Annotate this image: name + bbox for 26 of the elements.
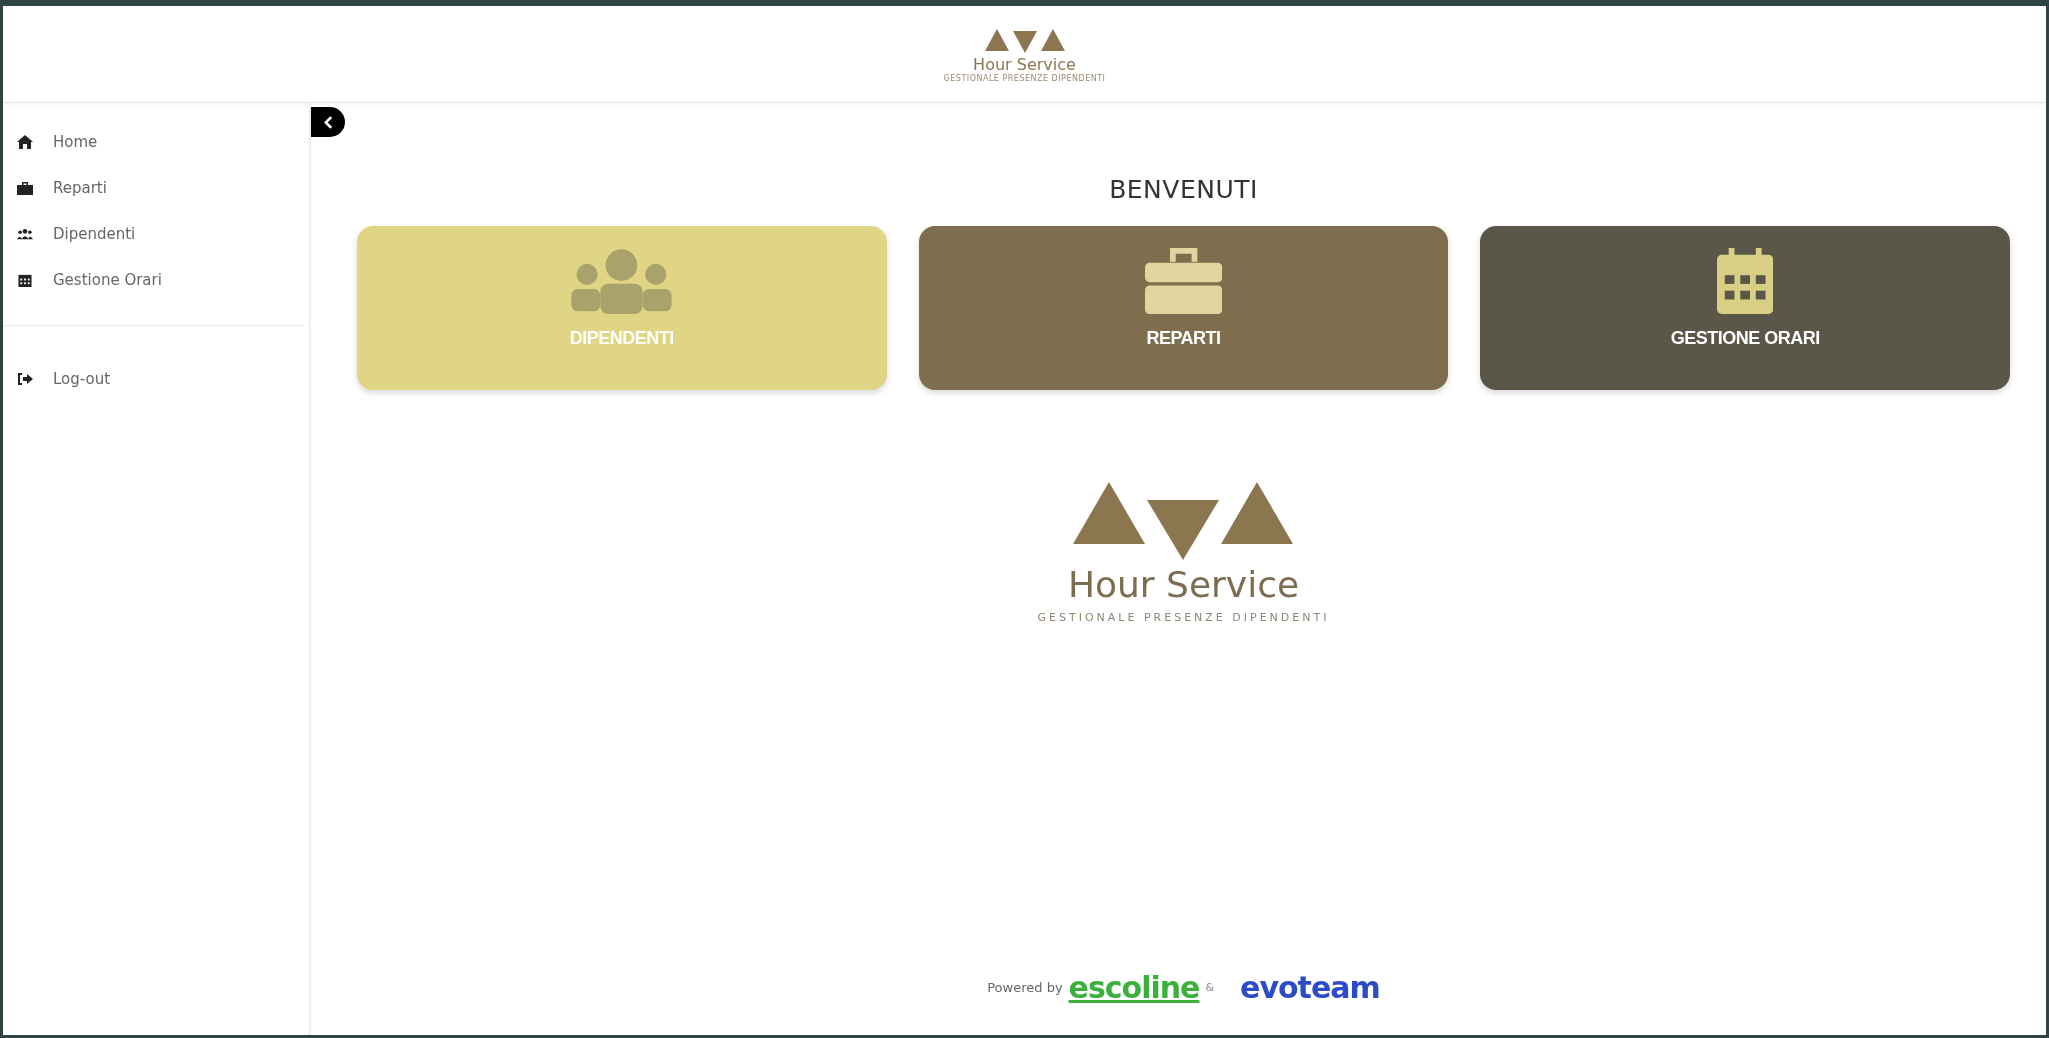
welcome-heading: BENVENUTI	[1109, 175, 1258, 204]
partner-logo: evoteam	[1240, 970, 1380, 1005]
logo-title: Hour Service	[973, 55, 1076, 74]
logo-subtitle: GESTIONALE PRESENZE DIPENDENTI	[1037, 611, 1330, 624]
collapse-sidebar-button[interactable]	[311, 107, 345, 137]
sidebar-item[interactable]: Home	[3, 119, 309, 165]
logout-icon	[17, 372, 33, 386]
sidebar-item[interactable]: Reparti	[3, 165, 309, 211]
nav-card[interactable]: GESTIONE ORARI	[1480, 226, 2010, 390]
briefcase-icon	[1144, 248, 1223, 314]
users-icon	[17, 227, 33, 241]
partner-logo: escoline	[1068, 970, 1200, 1005]
calendar-icon	[17, 273, 33, 287]
logo-title: Hour Service	[1067, 564, 1300, 605]
triangles-icon	[1073, 482, 1294, 560]
sidebar-item[interactable]: Gestione Orari	[3, 257, 309, 303]
briefcase-icon	[17, 181, 33, 195]
calendar-icon	[1717, 248, 1774, 314]
nav-card[interactable]: REPARTI	[918, 226, 1449, 390]
logo-subtitle: GESTIONALE PRESENZE DIPENDENTI	[942, 73, 1107, 84]
logout-link[interactable]: Log-out	[3, 356, 309, 402]
home-icon	[17, 135, 33, 149]
sidebar-item[interactable]: Dipendenti	[3, 211, 309, 257]
powered-by-text: Powered by	[987, 980, 1063, 995]
ampersand-text: &	[1205, 981, 1215, 994]
chevron-left-icon	[323, 115, 333, 129]
